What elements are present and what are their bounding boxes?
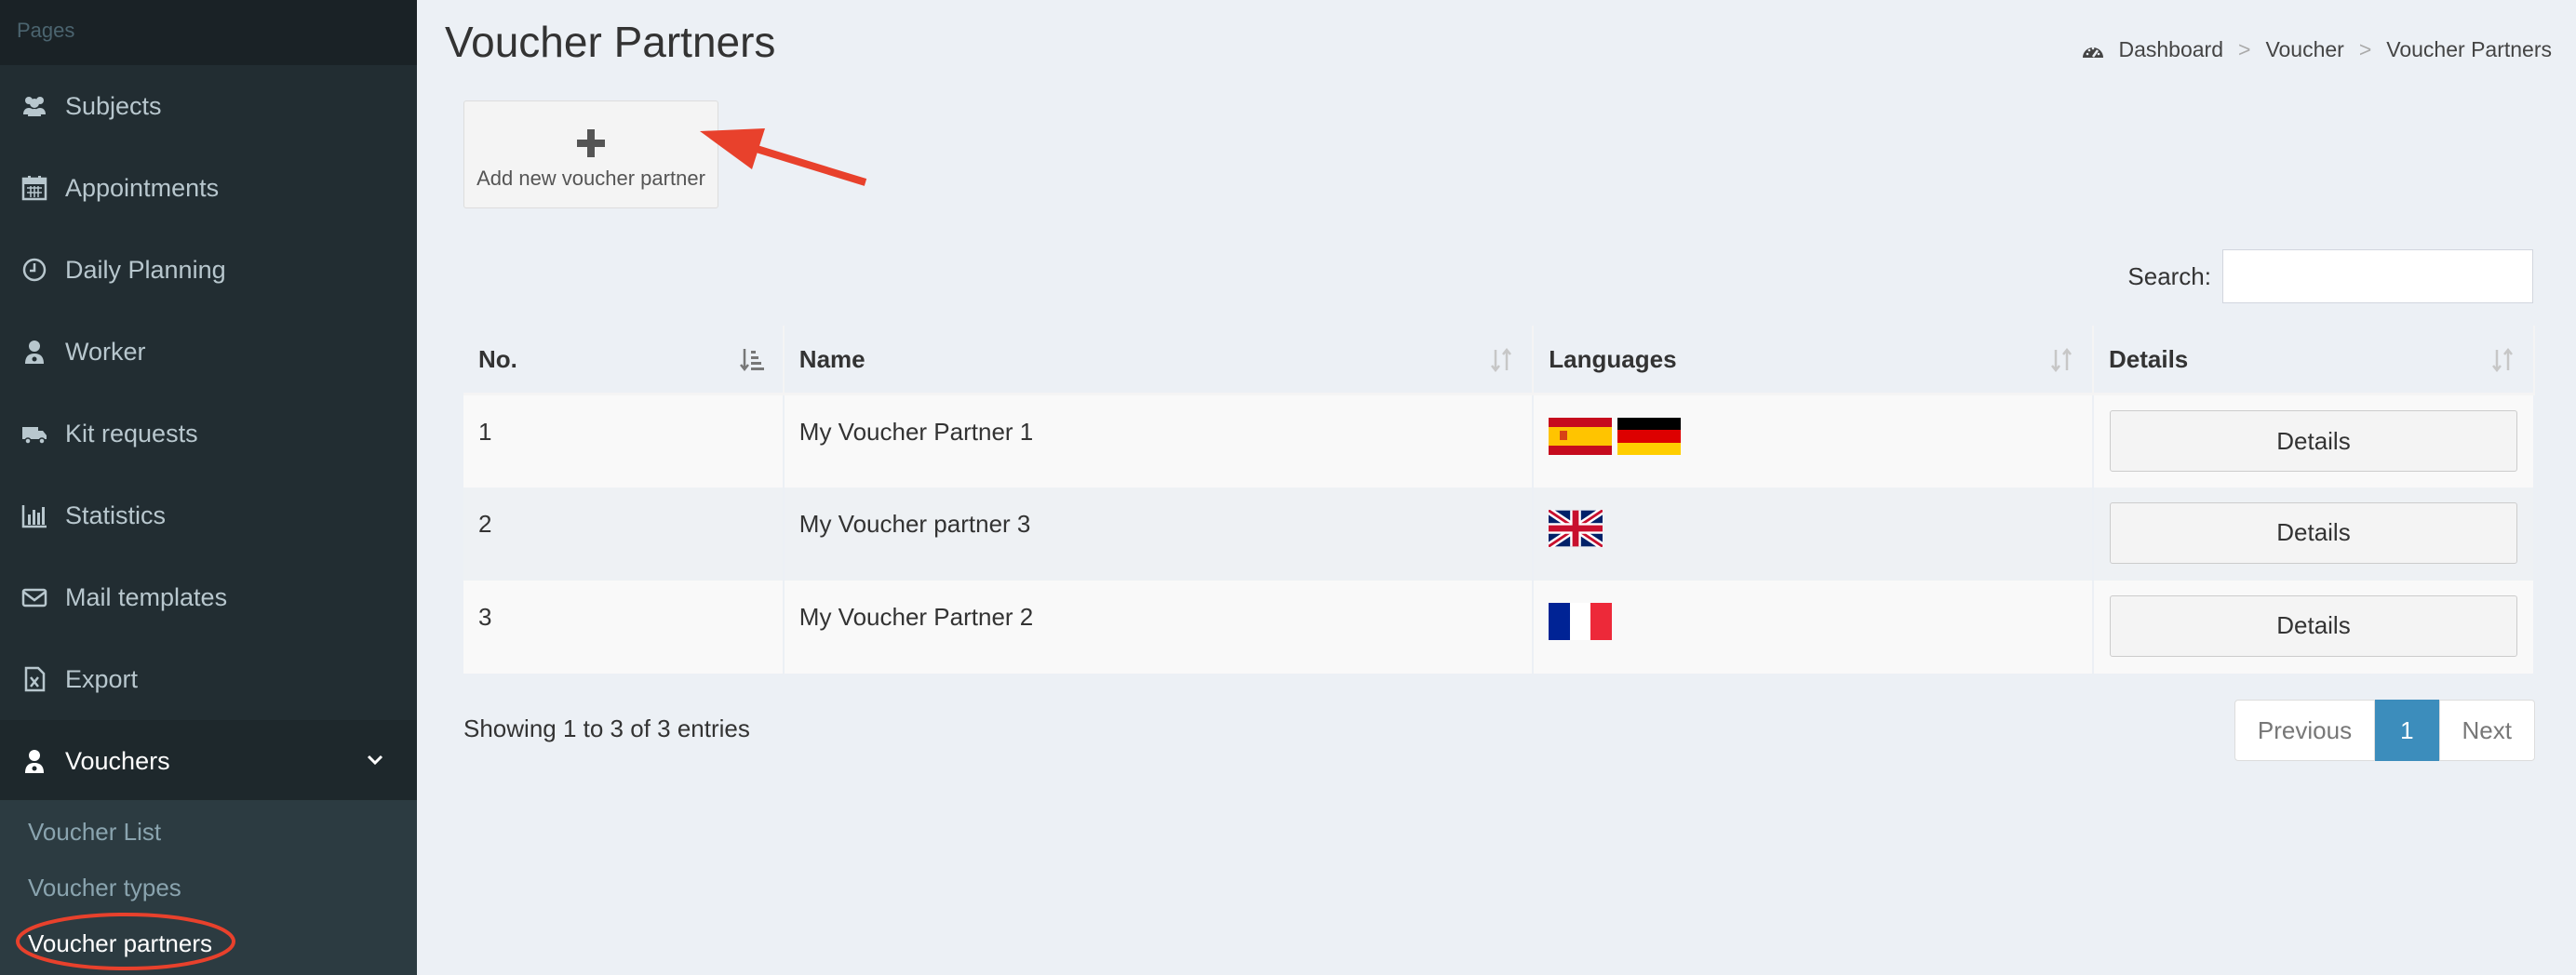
clock-icon — [20, 256, 48, 284]
add-voucher-partner-button[interactable]: Add new voucher partner — [463, 100, 718, 208]
table-row: 3 My Voucher Partner 2 Details — [463, 580, 2536, 674]
user-doctor-icon — [20, 338, 48, 366]
cell-no: 1 — [463, 394, 785, 488]
page-1-button[interactable]: 1 — [2375, 700, 2439, 761]
cell-languages — [1533, 394, 2094, 488]
cell-name: My Voucher Partner 2 — [783, 580, 1535, 674]
cell-name: My Voucher partner 3 — [783, 487, 1535, 581]
sidebar-item-label: Daily Planning — [65, 255, 226, 284]
breadcrumb-dashboard[interactable]: Dashboard — [2118, 37, 2223, 62]
sidebar-item-vouchers[interactable]: Vouchers — [0, 720, 417, 802]
table-row: 2 My Voucher partner 3 Details — [463, 487, 2536, 581]
sidebar-item-label: Kit requests — [65, 419, 198, 447]
column-header-details[interactable]: Details — [2092, 326, 2536, 395]
sidebar-item-label: Export — [65, 664, 139, 693]
cell-languages — [1533, 487, 2094, 581]
submenu-item-voucher-list[interactable]: Voucher List — [0, 804, 417, 860]
cell-details: Details — [2092, 580, 2536, 674]
sidebar-item-mail-templates[interactable]: Mail templates — [0, 556, 417, 638]
calendar-icon — [20, 174, 48, 202]
germany-flag-icon — [1617, 418, 1682, 455]
sidebar-item-kit-requests[interactable]: Kit requests — [0, 393, 417, 474]
search-box: Search: — [2127, 249, 2533, 303]
sidebar-item-label: Appointments — [65, 173, 220, 202]
dashboard-icon — [2083, 47, 2104, 58]
sort-icon[interactable] — [1487, 346, 1515, 374]
sidebar: Pages Subjects Appointments Daily Planni… — [0, 0, 417, 975]
truck-icon — [20, 420, 48, 447]
pagination: Previous 1 Next — [2234, 700, 2535, 761]
column-header-languages[interactable]: Languages — [1533, 326, 2094, 395]
sidebar-item-label: Worker — [65, 337, 146, 366]
vouchers-submenu: Voucher List Voucher types Voucher partn… — [0, 800, 417, 975]
submenu-item-voucher-types[interactable]: Voucher types — [0, 860, 417, 915]
sidebar-item-daily-planning[interactable]: Daily Planning — [0, 229, 417, 311]
table-row: 1 My Voucher Partner 1 Details — [463, 394, 2536, 488]
chevron-down-icon[interactable] — [365, 750, 385, 770]
sidebar-item-export[interactable]: Export — [0, 638, 417, 720]
column-header-label: Name — [798, 344, 865, 373]
cell-details: Details — [2092, 487, 2536, 581]
users-icon — [20, 92, 48, 120]
france-flag-icon — [1549, 602, 1613, 640]
add-button-label: Add new voucher partner — [476, 167, 705, 190]
column-header-name[interactable]: Name — [783, 326, 1535, 395]
details-button[interactable]: Details — [2109, 501, 2517, 564]
page-title: Voucher Partners — [445, 18, 776, 66]
breadcrumb: Dashboard > Voucher > Voucher Partners — [2081, 37, 2552, 62]
column-header-label: Languages — [1549, 344, 1677, 373]
user-doctor-icon — [20, 747, 48, 775]
search-input[interactable] — [2222, 249, 2533, 303]
column-header-label: Details — [2108, 344, 2189, 373]
sidebar-header: Pages — [0, 0, 417, 65]
cell-no: 2 — [463, 487, 785, 581]
details-button[interactable]: Details — [2109, 410, 2517, 472]
sidebar-item-subjects[interactable]: Subjects — [0, 65, 417, 147]
sidebar-item-label: Vouchers — [65, 746, 170, 775]
breadcrumb-voucher[interactable]: Voucher — [2265, 37, 2343, 62]
sidebar-item-worker[interactable]: Worker — [0, 311, 417, 393]
file-excel-icon — [20, 665, 48, 693]
spain-flag-icon — [1549, 418, 1613, 455]
sidebar-item-statistics[interactable]: Statistics — [0, 474, 417, 556]
sidebar-item-label: Mail templates — [65, 582, 228, 611]
uk-flag-icon — [1549, 509, 1603, 547]
breadcrumb-current: Voucher Partners — [2386, 37, 2552, 61]
breadcrumb-separator: > — [2358, 37, 2372, 61]
envelope-icon — [20, 583, 48, 611]
voucher-partners-table: No. Name Languages Details 1 My Voucher … — [463, 326, 2536, 674]
cell-languages — [1533, 580, 2094, 674]
cell-no: 3 — [463, 580, 785, 674]
column-header-label: No. — [478, 344, 517, 373]
details-button[interactable]: Details — [2109, 594, 2517, 657]
next-page-button[interactable]: Next — [2438, 700, 2535, 761]
cell-name: My Voucher Partner 1 — [783, 394, 1535, 488]
previous-page-button[interactable]: Previous — [2234, 700, 2376, 761]
plus-icon — [577, 129, 605, 157]
cell-details: Details — [2092, 394, 2536, 488]
sidebar-item-appointments[interactable]: Appointments — [0, 147, 417, 229]
bar-chart-icon — [20, 501, 48, 529]
sidebar-item-label: Subjects — [65, 91, 162, 120]
table-header-row: No. Name Languages Details — [463, 326, 2536, 395]
column-header-no[interactable]: No. — [463, 326, 785, 395]
sort-icon[interactable] — [2047, 346, 2075, 374]
sidebar-item-label: Statistics — [65, 501, 167, 529]
table-info: Showing 1 to 3 of 3 entries — [463, 715, 750, 742]
sort-ascending-icon[interactable] — [738, 346, 766, 374]
breadcrumb-separator: > — [2238, 37, 2251, 61]
search-label: Search: — [2127, 261, 2211, 290]
submenu-item-voucher-partners[interactable]: Voucher partners — [0, 915, 417, 971]
sort-icon[interactable] — [2489, 346, 2516, 374]
